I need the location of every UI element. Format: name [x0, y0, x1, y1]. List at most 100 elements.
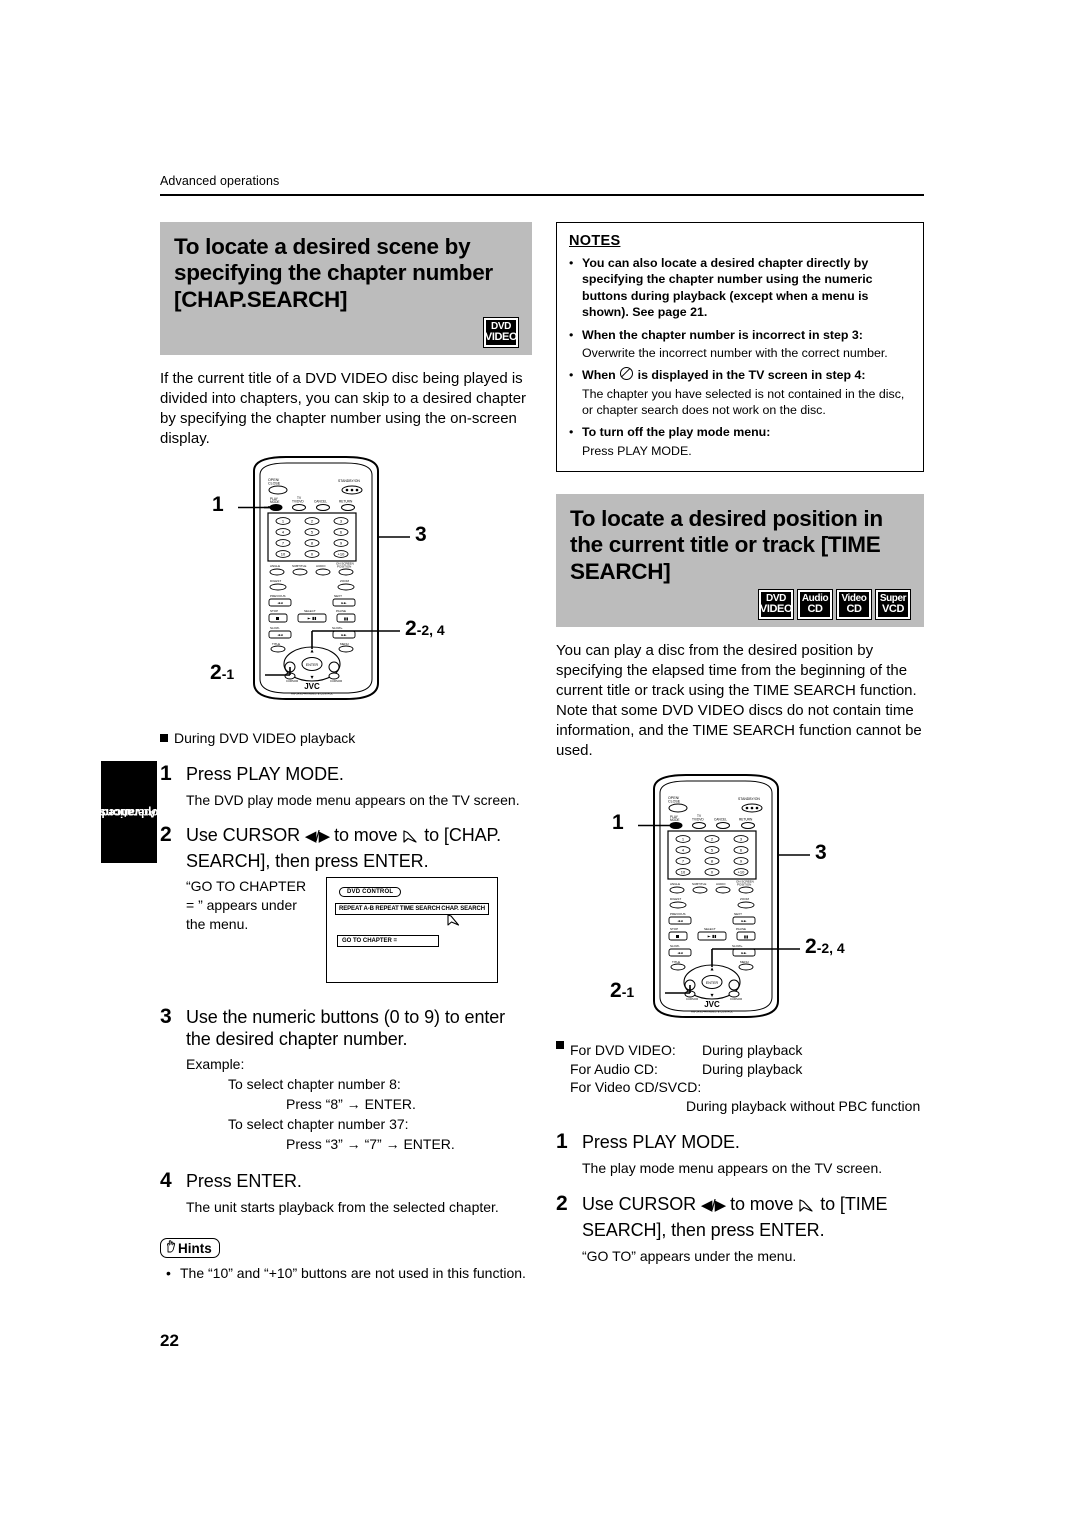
left-column: To locate a desired scene by specifying … — [160, 222, 532, 1283]
hints-item-text: The “10” and “+10” buttons are not used … — [180, 1265, 526, 1282]
svg-text:MODE: MODE — [270, 500, 280, 504]
osd-pointer-icon — [402, 829, 419, 851]
step-number: 3 — [160, 1005, 172, 1029]
prohibited-icon — [620, 367, 634, 381]
svg-text:DIGEST: DIGEST — [670, 897, 681, 901]
svg-text:ZOOM: ZOOM — [740, 897, 749, 901]
note-bold-post: is displayed in the TV screen in step 4: — [637, 368, 866, 383]
example-line-4: Press “3” → “7” → ENTER. — [286, 1135, 455, 1152]
svg-text:PREVIOUS: PREVIOUS — [670, 912, 686, 916]
step-body: The unit starts playback from the select… — [186, 1198, 499, 1215]
note-sub-text: Overwrite the incorrect number with the … — [582, 345, 888, 360]
svg-text:NEXT: NEXT — [334, 594, 342, 598]
step-title: Press PLAY MODE. — [186, 763, 344, 784]
svg-text:NEXT: NEXT — [734, 912, 742, 916]
svg-text:MENU: MENU — [740, 960, 749, 964]
callout-main: 2 — [610, 978, 622, 1002]
note-item: • When is displayed in the TV screen in … — [569, 367, 911, 383]
step-3-example: Example: To select chapter number 8: Pre… — [186, 1055, 532, 1154]
svg-text:►►: ►► — [341, 601, 347, 605]
example-line-1: To select chapter number 8: — [228, 1076, 401, 1093]
section-heading-chap-search: To locate a desired scene by specifying … — [160, 222, 532, 355]
svg-text:►►: ►► — [341, 633, 347, 637]
svg-text:CANCEL: CANCEL — [714, 817, 727, 821]
callout-sub: -1 — [621, 983, 635, 1000]
chap-step-4: 4 Press ENTER. The unit starts playback … — [160, 1168, 532, 1217]
svg-text:+10: +10 — [338, 551, 346, 556]
note-sub-text: The chapter you have selected is not con… — [582, 386, 905, 417]
svg-text:SELECT: SELECT — [704, 927, 716, 931]
svg-text:STOP: STOP — [670, 927, 678, 931]
svg-text:AUDIO: AUDIO — [316, 564, 326, 568]
osd-menu-bar: REPEAT A-B REPEAT TIME SEARCH CHAP. SEAR… — [335, 903, 489, 916]
disc-badge-audio-cd: Audio CD — [798, 590, 832, 620]
disc-badge-super-vcd: Super VCD — [876, 590, 910, 620]
chap-step-1: 1 Press PLAY MODE. The DVD play mode men… — [160, 761, 532, 810]
svg-text:◄◄: ◄◄ — [277, 633, 283, 637]
disc-badge-dvd-video: DVD VIDEO — [759, 590, 793, 620]
bullet-dot-icon: • — [569, 327, 574, 342]
applies-label-video-cd: For Video CD/SVCD: — [570, 1079, 702, 1096]
step-title: Use CURSOR ◀/▶ to move to [TIME SEARCH],… — [582, 1194, 924, 1242]
bullet-dot-icon: • — [569, 425, 574, 440]
applies-extra-text: During playback without PBC function — [686, 1098, 921, 1115]
svg-text:SLOW-: SLOW- — [270, 626, 280, 630]
time-step-1: 1 Press PLAY MODE. The play mode menu ap… — [556, 1130, 924, 1178]
svg-text:SLOW+: SLOW+ — [332, 626, 343, 630]
svg-text:SLOW+: SLOW+ — [732, 944, 743, 948]
osd-cursor-icon — [446, 914, 461, 933]
note-bold-text: When the chapter number is incorrect in … — [582, 327, 863, 342]
callout-1-left: 1 — [212, 492, 224, 516]
svg-text:PREVIOUS: PREVIOUS — [270, 594, 286, 598]
disc-badge-row: DVD VIDEO — [174, 317, 518, 347]
svg-text:AUDIO: AUDIO — [716, 882, 726, 886]
chap-step-3: 3 Use the numeric buttons (0 to 9) to en… — [160, 1005, 532, 1154]
cursor-arrows-icon: ◀/▶ — [304, 828, 330, 846]
time-step-2: 2 Use CURSOR ◀/▶ to move to [TIME SEARCH… — [556, 1192, 924, 1266]
svg-text:► ▮▮: ► ▮▮ — [308, 615, 317, 620]
hints-item: • The “10” and “+10” buttons are not use… — [160, 1264, 532, 1283]
osd-caption: “GO TO CHAPTER = ” appears under the men… — [186, 878, 307, 933]
callout-2-1-left: 2-1 — [210, 661, 234, 685]
step-title-part-b: to move — [725, 1194, 799, 1215]
osd-menu-item-ab-repeat: A-B REPEAT — [363, 906, 399, 913]
lead-text: During DVD VIDEO playback — [174, 729, 356, 746]
svg-text:TITLE: TITLE — [672, 960, 680, 964]
osd-menu-item-chap-search: CHAP. SEARCH — [441, 906, 485, 913]
time-search-intro: You can play a disc from the desired pos… — [556, 642, 922, 759]
svg-text:STANDBY/ON: STANDBY/ON — [738, 797, 760, 801]
svg-text:SLOW-: SLOW- — [670, 944, 680, 948]
notes-list: • You can also locate a desired chapter … — [569, 255, 911, 459]
callout-sub: -2, 4 — [816, 939, 845, 956]
chap-search-intro: If the current title of a DVD VIDEO disc… — [160, 369, 527, 447]
svg-text:ENTER: ENTER — [706, 981, 719, 985]
running-head: Advanced operations — [160, 174, 280, 188]
badge-line-2: VCD — [881, 603, 905, 616]
callout-main: 2 — [405, 616, 417, 640]
svg-text:ANGLE: ANGLE — [670, 882, 680, 886]
svg-text:►►: ►► — [741, 951, 747, 955]
step-number: 4 — [160, 1168, 172, 1192]
note-bold-text: You can also locate a desired chapter di… — [582, 256, 873, 320]
note-item: • You can also locate a desired chapter … — [569, 255, 911, 321]
step-number: 1 — [160, 761, 172, 785]
svg-text:JVC: JVC — [304, 682, 320, 691]
svg-text:▮▮: ▮▮ — [744, 934, 748, 939]
callout-main: 2 — [210, 660, 222, 684]
step-title-part-b: to move — [329, 825, 403, 846]
svg-text:JVC: JVC — [704, 1000, 720, 1009]
page-number: 22 — [160, 1331, 179, 1350]
hints-block: Hints • The “10” and “+10” buttons are n… — [160, 1238, 532, 1283]
svg-text:CLOSE: CLOSE — [668, 799, 681, 803]
applies-value-dvd: During playback — [702, 1041, 803, 1058]
svg-text:▮▮: ▮▮ — [344, 616, 348, 621]
osd-goto-field: GO TO CHAPTER = — [337, 935, 439, 948]
step-body: The play mode menu appears on the TV scr… — [582, 1160, 883, 1177]
svg-text:CURSOR: CURSOR — [286, 679, 298, 683]
svg-text:STANDBY/ON: STANDBY/ON — [338, 479, 360, 483]
disc-badge-dvd-video: DVD VIDEO — [484, 317, 518, 347]
side-thumb-tab: Advanced operations — [100, 761, 158, 863]
example-line-2: Press “8” → ENTER. — [286, 1095, 416, 1112]
notes-title: NOTES — [569, 233, 621, 249]
remote-figure-right: OPEN/ CLOSE STANDBY/ON PLAY MODE TV TV/D… — [556, 767, 924, 1039]
